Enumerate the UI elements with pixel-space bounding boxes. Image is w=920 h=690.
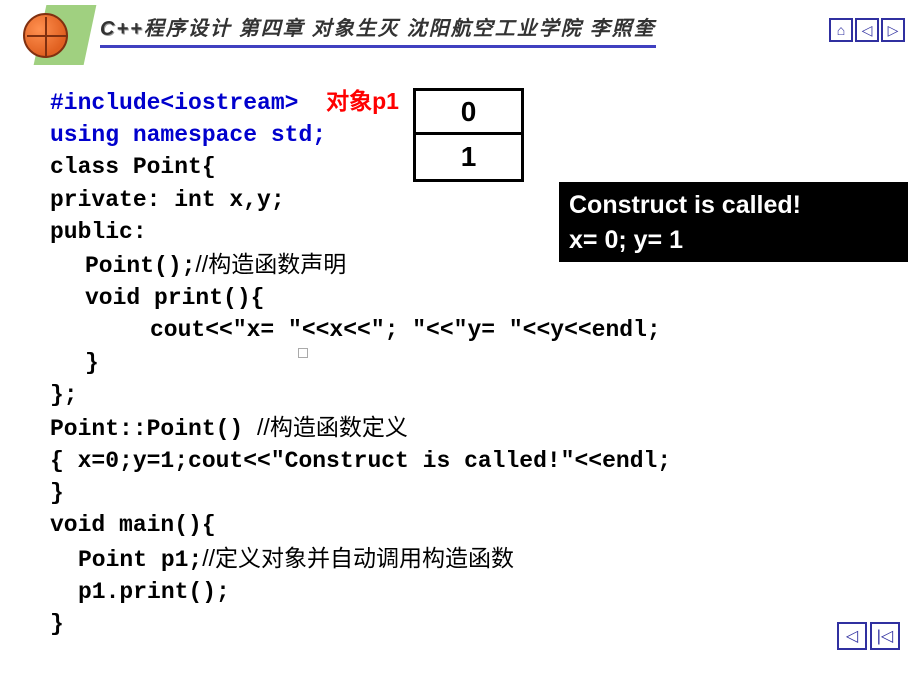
value-y: 1 — [416, 135, 521, 179]
code-line: Point::Point() //构造函数定义 — [50, 411, 671, 445]
title-text: 程序设计 第四章 对象生灭 沈阳航空工业学院 李照奎 — [144, 18, 656, 40]
code-line: } — [50, 347, 671, 379]
code-line: { x=0;y=1;cout<<"Construct is called!"<<… — [50, 445, 671, 477]
code-block: #include<iostream> 对象p1 using namespace … — [50, 85, 671, 640]
code-line: #include<iostream> 对象p1 — [50, 85, 671, 119]
code-line: cout<<"x= "<<x<<"; "<<"y= "<<y<<endl; — [50, 314, 671, 346]
code-line: Point p1;//定义对象并自动调用构造函数 — [50, 542, 671, 576]
output-line: Construct is called! — [569, 188, 898, 223]
home-icon[interactable]: ⌂ — [829, 18, 853, 42]
slide-header: C++程序设计 第四章 对象生灭 沈阳航空工业学院 李照奎 ⌂ ◁ ▷ — [0, 0, 920, 60]
console-output: Construct is called! x= 0; y= 1 — [559, 182, 908, 262]
bottom-nav: ◁ |◁ — [837, 622, 900, 650]
first-slide-icon[interactable]: |◁ — [870, 622, 900, 650]
slide-title: C++程序设计 第四章 对象生灭 沈阳航空工业学院 李照奎 — [100, 12, 656, 48]
value-x: 0 — [416, 91, 521, 135]
code-line: }; — [50, 379, 671, 411]
page-marker — [298, 348, 308, 358]
code-line: using namespace std; — [50, 119, 671, 151]
object-values-box: 0 1 — [413, 88, 524, 182]
code-line: class Point{ — [50, 151, 671, 183]
code-line: void print(){ — [50, 282, 671, 314]
cpp-text: C++ — [100, 18, 144, 41]
code-line: void main(){ — [50, 509, 671, 541]
next-icon[interactable]: ▷ — [881, 18, 905, 42]
prev-icon[interactable]: ◁ — [855, 18, 879, 42]
basketball-icon — [23, 13, 68, 58]
logo — [15, 5, 90, 70]
top-nav: ⌂ ◁ ▷ — [829, 18, 905, 42]
code-line: p1.print(); — [50, 576, 671, 608]
output-line: x= 0; y= 1 — [569, 223, 898, 258]
code-line: } — [50, 477, 671, 509]
code-line: } — [50, 608, 671, 640]
prev-slide-icon[interactable]: ◁ — [837, 622, 867, 650]
